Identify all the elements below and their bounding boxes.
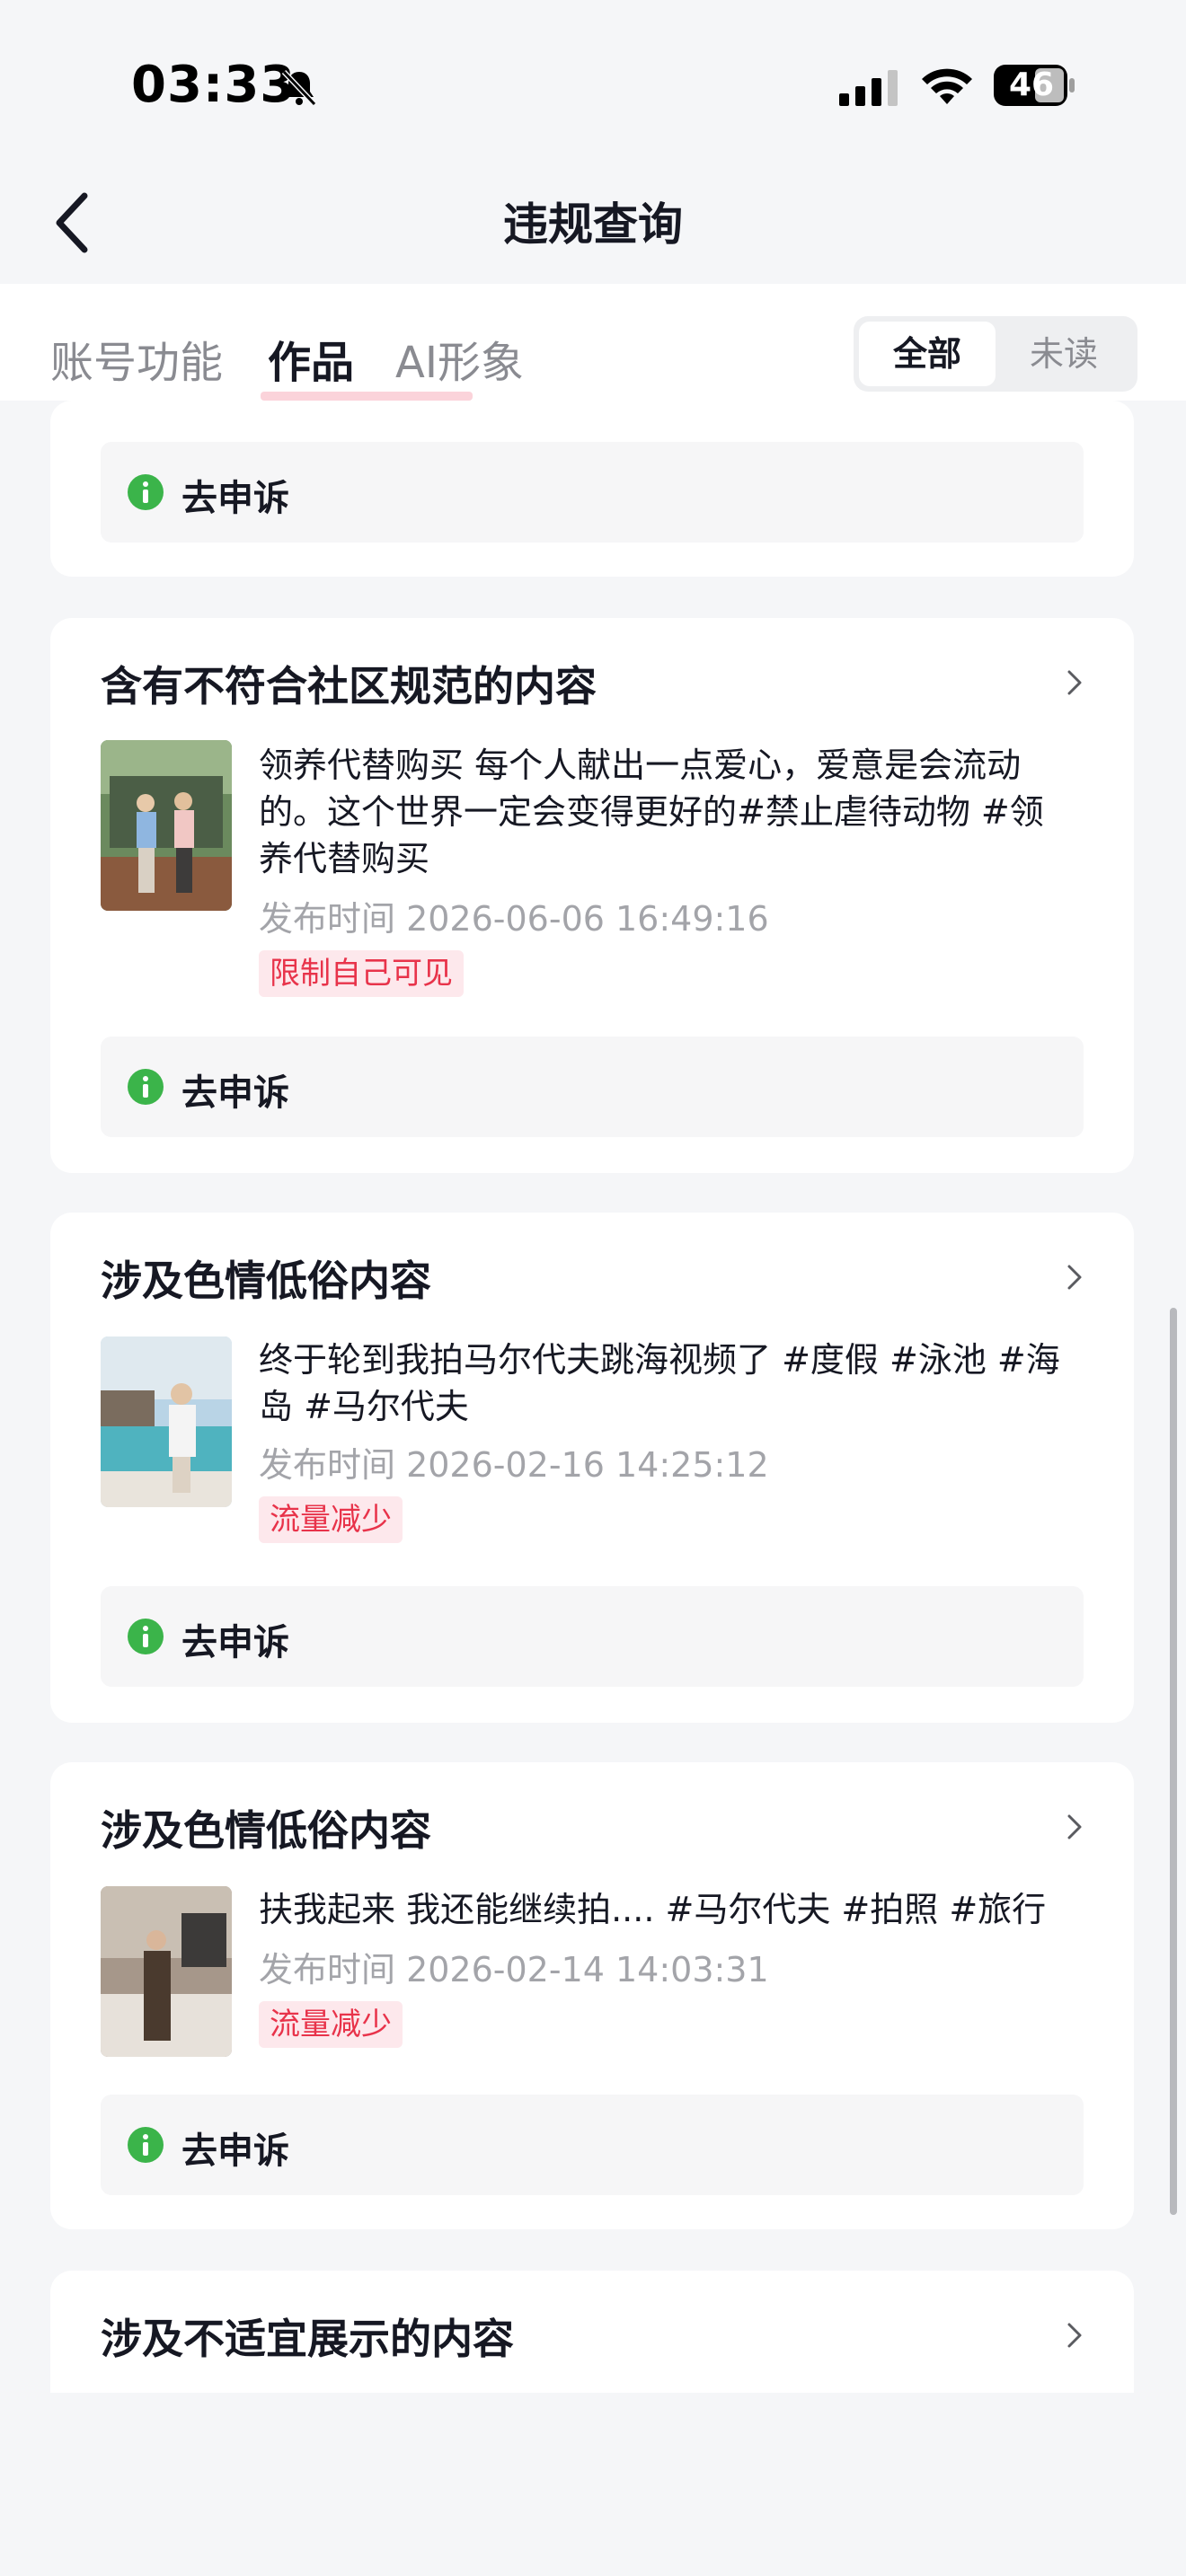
appeal-label: 去申诉 — [181, 2130, 289, 2172]
violation-title: 涉及色情低俗内容 — [101, 1806, 431, 1855]
status-badge: 流量减少 — [259, 2001, 403, 2048]
appeal-label: 去申诉 — [181, 478, 289, 519]
publish-time: 发布时间 2026-06-06 16:49:16 — [259, 899, 769, 939]
info-icon — [128, 474, 164, 510]
info-icon — [128, 2127, 164, 2163]
appeal-button[interactable]: 去申诉 — [101, 1586, 1084, 1687]
appeal-button[interactable]: 去申诉 — [101, 442, 1084, 543]
thumbnail-image-icon — [101, 740, 232, 911]
thumbnail-image-icon — [101, 1337, 232, 1507]
chevron-right-icon[interactable] — [1060, 665, 1089, 701]
violation-card[interactable]: 涉及色情低俗内容 扶我起来 我还能继续拍.... #马尔代夫 #拍照 #旅行 发… — [50, 1762, 1134, 2229]
chevron-right-icon[interactable] — [1060, 2317, 1089, 2353]
appeal-label: 去申诉 — [181, 1622, 289, 1663]
appeal-label: 去申诉 — [181, 1072, 289, 1114]
publish-time: 发布时间 2026-02-16 14:25:12 — [259, 1445, 769, 1485]
violation-card-partial: 去申诉 — [50, 401, 1134, 577]
tab-ai-avatar[interactable]: AI形象 — [395, 327, 524, 390]
wifi-icon — [922, 68, 972, 104]
violation-card[interactable]: 涉及不适宜展示的内容 — [50, 2271, 1134, 2393]
thumbnail-image-icon — [101, 1886, 232, 2057]
chevron-right-icon[interactable] — [1060, 1809, 1089, 1845]
page-title: 违规查询 — [503, 198, 683, 251]
filter-unread[interactable]: 未读 — [996, 322, 1132, 386]
violation-title: 涉及不适宜展示的内容 — [101, 2315, 514, 2363]
status-bar: 03:33 46 — [0, 0, 1186, 162]
video-thumbnail[interactable] — [101, 1337, 232, 1507]
video-thumbnail[interactable] — [101, 740, 232, 911]
nav-bar: 违规查询 — [0, 162, 1186, 284]
video-description: 扶我起来 我还能继续拍.... #马尔代夫 #拍照 #旅行 — [259, 1890, 1047, 1929]
tab-works[interactable]: 作品 — [268, 327, 354, 390]
video-thumbnail[interactable] — [101, 1886, 232, 2057]
category-tabs: 账号功能 作品 AI形象 全部 未读 — [0, 284, 1186, 401]
status-badge: 流量减少 — [259, 1496, 403, 1543]
bell-muted-icon — [281, 69, 317, 107]
cellular-signal-icon — [839, 70, 898, 106]
video-description: 领养代替购买 每个人献出一点爱心，爱意是会流动的。这个世界一定会变得更好的#禁止… — [259, 745, 1044, 878]
tab-account-function[interactable]: 账号功能 — [50, 327, 223, 390]
video-description: 终于轮到我拍马尔代夫跳海视频了 #度假 #泳池 #海岛 #马尔代夫 — [259, 1340, 1060, 1426]
info-icon — [128, 1069, 164, 1105]
info-icon — [128, 1619, 164, 1654]
violation-title: 含有不符合社区规范的内容 — [101, 662, 597, 710]
chevron-right-icon[interactable] — [1060, 1259, 1089, 1295]
tab-underline — [261, 392, 473, 401]
status-time: 03:33 — [131, 56, 296, 114]
read-filter: 全部 未读 — [854, 316, 1137, 392]
status-badge: 限制自己可见 — [259, 950, 464, 997]
appeal-button[interactable]: 去申诉 — [101, 1037, 1084, 1137]
violation-title: 涉及色情低俗内容 — [101, 1257, 431, 1305]
appeal-button[interactable]: 去申诉 — [101, 2095, 1084, 2195]
battery-level: 46 — [1008, 66, 1055, 103]
publish-time: 发布时间 2026-02-14 14:03:31 — [259, 1950, 769, 1989]
violation-card[interactable]: 涉及色情低俗内容 终于轮到我拍马尔代夫跳海视频了 #度假 #泳池 #海岛 #马尔… — [50, 1213, 1134, 1723]
filter-all[interactable]: 全部 — [859, 322, 996, 386]
violation-card[interactable]: 含有不符合社区规范的内容 领养代替购买 每个人献出一点爱心，爱意是会流动的。这个… — [50, 618, 1134, 1173]
scrollbar[interactable] — [1170, 1308, 1177, 2215]
